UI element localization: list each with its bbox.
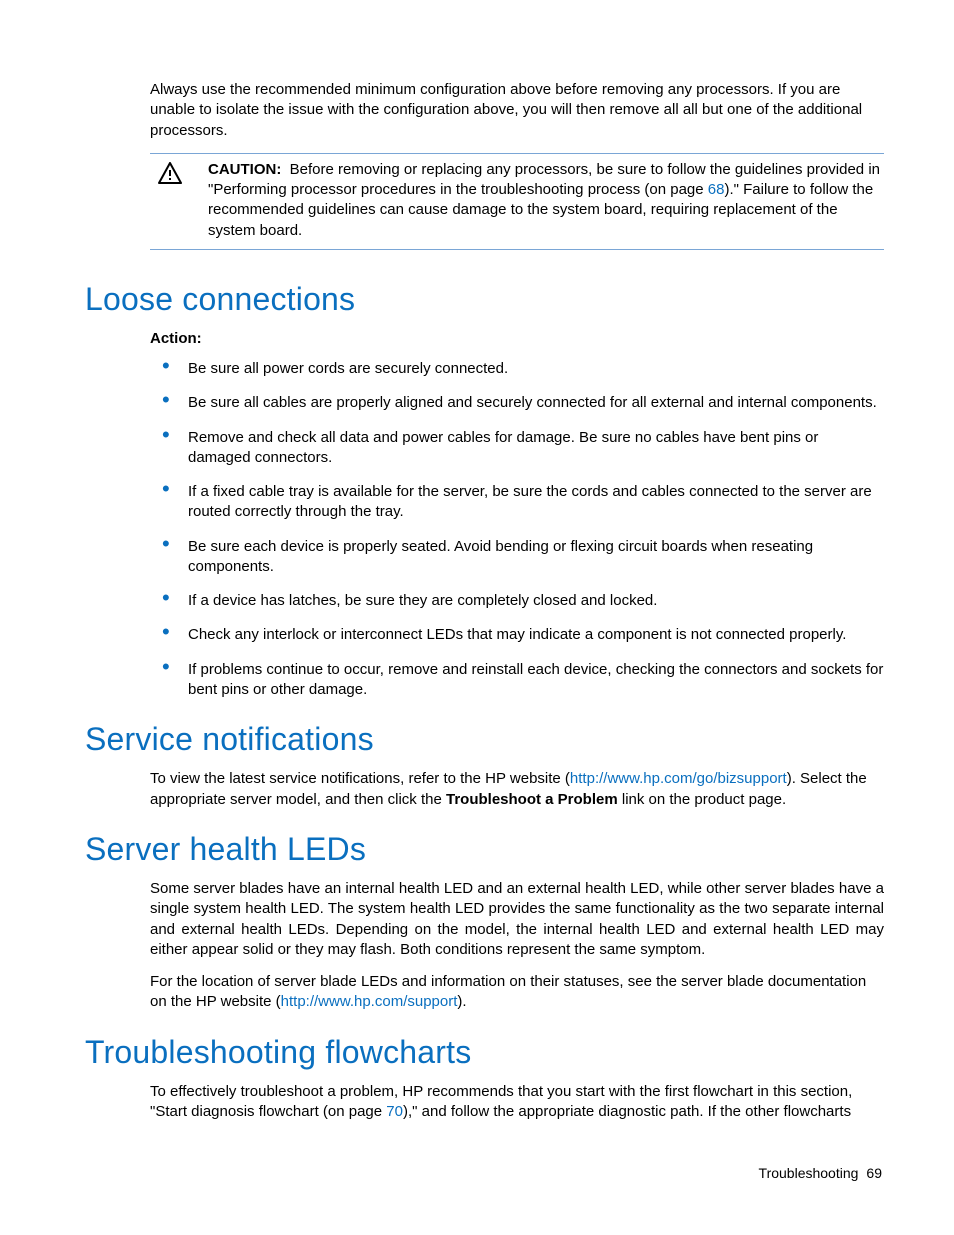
caution-label: CAUTION: [208,161,281,178]
list-item: Be sure each device is properly seated. … [150,537,884,578]
server-health-p2: For the location of server blade LEDs an… [150,972,884,1013]
link-hp-support[interactable]: http://www.hp.com/support [281,993,458,1010]
server-health-p1: Some server blades have an internal heal… [150,879,884,960]
page-number: 69 [866,1165,882,1181]
footer-section-label: Troubleshooting [759,1165,859,1181]
link-bizsupport[interactable]: http://www.hp.com/go/bizsupport [570,770,787,787]
troubleshoot-link-name: Troubleshoot a Problem [446,791,618,808]
service-notifications-paragraph: To view the latest service notifications… [150,769,884,810]
heading-server-health-leds: Server health LEDs [85,828,884,871]
page-link-68[interactable]: 68 [708,181,725,198]
caution-text: CAUTION: Before removing or replacing an… [208,160,884,241]
caution-icon [150,160,190,184]
heading-loose-connections: Loose connections [85,278,884,321]
list-item: If a fixed cable tray is available for t… [150,482,884,523]
action-list: Be sure all power cords are securely con… [150,359,884,700]
list-item: If a device has latches, be sure they ar… [150,591,884,611]
list-item: Be sure all cables are properly aligned … [150,393,884,413]
flowcharts-paragraph: To effectively troubleshoot a problem, H… [150,1082,884,1123]
list-item: Be sure all power cords are securely con… [150,359,884,379]
page-link-70[interactable]: 70 [386,1103,403,1120]
caution-callout: CAUTION: Before removing or replacing an… [150,153,884,250]
document-page: Always use the recommended minimum confi… [0,0,954,1235]
heading-troubleshooting-flowcharts: Troubleshooting flowcharts [85,1031,884,1074]
intro-paragraph: Always use the recommended minimum confi… [150,80,884,141]
list-item: If problems continue to occur, remove an… [150,660,884,701]
list-item: Check any interlock or interconnect LEDs… [150,625,884,645]
list-item: Remove and check all data and power cabl… [150,428,884,469]
page-footer: Troubleshooting 69 [759,1164,882,1183]
action-label: Action: [150,329,884,349]
heading-service-notifications: Service notifications [85,718,884,761]
